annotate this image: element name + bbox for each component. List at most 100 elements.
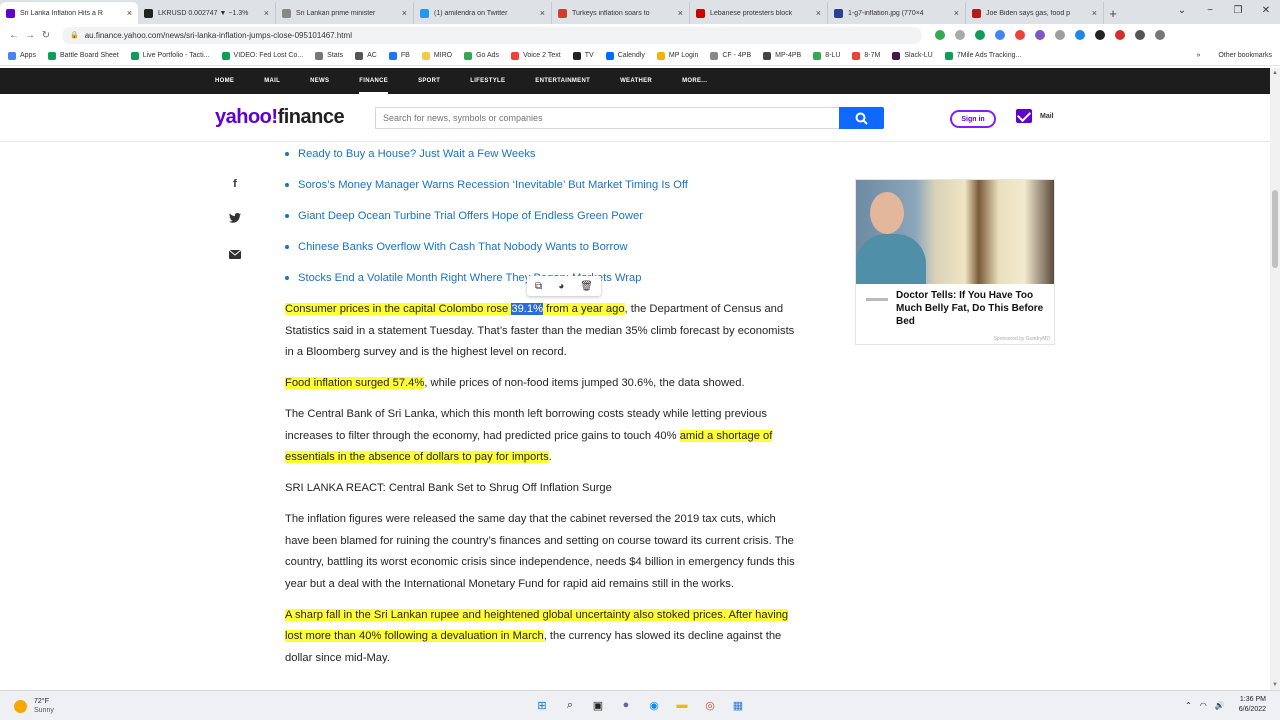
- puzzle-icon[interactable]: [1135, 30, 1145, 40]
- nav-item-sport[interactable]: SPORT: [418, 68, 440, 94]
- related-article-link[interactable]: Soros’s Money Manager Warns Recession ‘I…: [298, 179, 688, 191]
- browser-tab[interactable]: LKRUSD 0.002747 ▼ −1.3% ×: [138, 2, 276, 24]
- address-bar[interactable]: 🔒 au.finance.yahoo.com/news/sri-lanka-in…: [62, 26, 922, 44]
- edge-icon[interactable]: ◉: [645, 696, 663, 714]
- clock[interactable]: 1:36 PM 6/6/2022: [1239, 695, 1266, 715]
- browser-tab[interactable]: Lebanese protesters block ×: [690, 2, 828, 24]
- browser-tab[interactable]: (1) amilendra on Twitter ×: [414, 2, 552, 24]
- search-button[interactable]: [839, 107, 884, 129]
- minimize-button[interactable]: −: [1196, 0, 1224, 22]
- new-tab-button[interactable]: +: [1104, 2, 1122, 24]
- tray-chevron-icon[interactable]: ⌃: [1185, 701, 1192, 710]
- nav-item-entertainment[interactable]: ENTERTAINMENT: [535, 68, 590, 94]
- nav-item-weather[interactable]: WEATHER: [620, 68, 652, 94]
- bookmark-item[interactable]: Battle Board Sheet: [47, 51, 119, 60]
- bookmark-item[interactable]: CF - 4PB: [710, 51, 751, 60]
- mail-link[interactable]: Mail: [1016, 109, 1054, 123]
- palette-icon[interactable]: ◕: [558, 281, 564, 292]
- search-icon[interactable]: ⌕: [561, 696, 579, 714]
- trash-icon[interactable]: 🗑: [580, 281, 593, 292]
- bookmark-item[interactable]: 8-LU: [813, 51, 840, 60]
- bookmark-item[interactable]: Live Portfolio - Tacti...: [130, 51, 210, 60]
- tab-close-icon[interactable]: ×: [540, 8, 545, 18]
- extension-icon[interactable]: [1095, 30, 1105, 40]
- bookmark-item[interactable]: MP-4PB: [763, 51, 801, 60]
- tab-close-icon[interactable]: ×: [264, 8, 269, 18]
- related-article-link[interactable]: Giant Deep Ocean Turbine Trial Offers Ho…: [298, 210, 643, 222]
- sign-in-button[interactable]: Sign in: [950, 110, 996, 128]
- bookmark-item[interactable]: VIDEO: Fed Lost Co...: [221, 51, 303, 60]
- yahoo-finance-logo[interactable]: yahoo!finance: [215, 106, 345, 129]
- nav-item-home[interactable]: HOME: [215, 68, 234, 94]
- ad-image[interactable]: [856, 180, 1054, 284]
- tab-search-icon[interactable]: ⌄: [1168, 0, 1196, 22]
- selected-text[interactable]: 39.1%: [511, 303, 544, 315]
- copy-icon[interactable]: ⧉: [535, 281, 542, 292]
- related-article-link[interactable]: Ready to Buy a House? Just Wait a Few We…: [298, 148, 536, 160]
- twitter-icon[interactable]: [228, 212, 242, 226]
- bookmark-item[interactable]: AC: [355, 51, 377, 60]
- page-scrollbar[interactable]: ▲ ▼: [1270, 68, 1280, 690]
- scroll-down-icon[interactable]: ▼: [1272, 682, 1278, 688]
- nav-item-mail[interactable]: MAIL: [264, 68, 280, 94]
- profile-avatar[interactable]: [1155, 30, 1165, 40]
- other-bookmarks[interactable]: » Other bookmarks: [1196, 52, 1272, 59]
- extension-icon[interactable]: [975, 30, 985, 40]
- extension-icon[interactable]: [935, 30, 945, 40]
- wifi-icon[interactable]: ◠: [1200, 701, 1207, 710]
- nav-item-finance[interactable]: FINANCE: [359, 68, 388, 94]
- extension-icon[interactable]: [955, 30, 965, 40]
- bookmark-item[interactable]: 8-7M: [852, 51, 880, 60]
- email-icon[interactable]: [228, 249, 242, 262]
- chrome-icon[interactable]: ◎: [701, 696, 719, 714]
- bookmark-item[interactable]: Stats: [315, 51, 343, 60]
- task-view-icon[interactable]: ▣: [589, 696, 607, 714]
- search-input[interactable]: [375, 107, 839, 129]
- reload-button[interactable]: ↻: [38, 30, 54, 41]
- chat-icon[interactable]: ●: [617, 696, 635, 714]
- tab-close-icon[interactable]: ×: [954, 8, 959, 18]
- tab-close-icon[interactable]: ×: [816, 8, 821, 18]
- bookmark-item[interactable]: Apps: [8, 51, 36, 60]
- facebook-icon[interactable]: f: [228, 178, 242, 190]
- nav-item-lifestyle[interactable]: LIFESTYLE: [470, 68, 505, 94]
- windows-start-icon[interactable]: ⊞: [533, 696, 551, 714]
- bookmark-item[interactable]: 7Mile Ads Tracking...: [944, 51, 1021, 60]
- bookmark-item[interactable]: MP Login: [656, 51, 698, 60]
- file-explorer-icon[interactable]: ▬: [673, 696, 691, 714]
- nav-item-news[interactable]: NEWS: [310, 68, 329, 94]
- browser-tab[interactable]: Sri Lankan prime minister ×: [276, 2, 414, 24]
- nav-item-more[interactable]: MORE...: [682, 68, 707, 94]
- bookmark-item[interactable]: Voice 2 Text: [511, 51, 561, 60]
- bookmark-item[interactable]: MIRO: [421, 51, 452, 60]
- close-window-button[interactable]: ✕: [1252, 0, 1280, 22]
- back-button[interactable]: ←: [6, 30, 22, 41]
- bookmark-item[interactable]: Slack-LU: [892, 51, 933, 60]
- tab-close-icon[interactable]: ×: [1092, 8, 1097, 18]
- extension-icon[interactable]: [1115, 30, 1125, 40]
- bookmark-item[interactable]: Go Ads: [464, 51, 499, 60]
- tab-close-icon[interactable]: ×: [402, 8, 407, 18]
- scroll-up-icon[interactable]: ▲: [1272, 70, 1278, 76]
- bookmark-item[interactable]: FB: [388, 51, 410, 60]
- bookmarks-more[interactable]: »: [1196, 52, 1200, 59]
- extension-icon[interactable]: [1055, 30, 1065, 40]
- extension-icon[interactable]: [1015, 30, 1025, 40]
- volume-icon[interactable]: 🔊: [1215, 701, 1225, 710]
- bookmark-item[interactable]: Calendly: [605, 51, 645, 60]
- browser-tab[interactable]: 1-g7-inflation.jpg (770×4 ×: [828, 2, 966, 24]
- sponsored-ad[interactable]: Doctor Tells: If You Have Too Much Belly…: [855, 179, 1055, 345]
- forward-button[interactable]: →: [22, 30, 38, 41]
- browser-tab[interactable]: Turkeys inflation soars to ×: [552, 2, 690, 24]
- extension-icon[interactable]: [1075, 30, 1085, 40]
- browser-tab[interactable]: Sri Lanka Inflation Hits a R ×: [0, 2, 138, 24]
- weather-widget[interactable]: 72°F Sunny: [14, 697, 54, 715]
- bookmark-item[interactable]: TV: [572, 51, 594, 60]
- extension-icon[interactable]: [1035, 30, 1045, 40]
- extension-icon[interactable]: [995, 30, 1005, 40]
- browser-tab[interactable]: Joe Biden says gas, food p ×: [966, 2, 1104, 24]
- maximize-button[interactable]: ❐: [1224, 0, 1252, 22]
- scrollbar-thumb[interactable]: [1272, 190, 1278, 268]
- ad-headline[interactable]: Doctor Tells: If You Have Too Much Belly…: [896, 289, 1052, 328]
- related-article-link[interactable]: Chinese Banks Overflow With Cash That No…: [298, 241, 628, 253]
